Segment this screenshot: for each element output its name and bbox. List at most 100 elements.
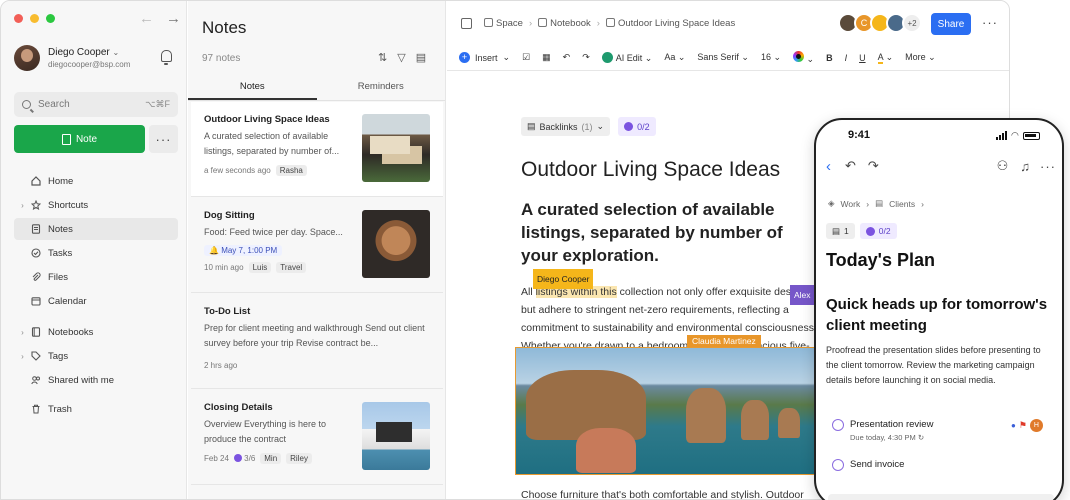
note-heading[interactable]: Quick heads up for tomorrow's client mee…	[826, 294, 1061, 336]
cliff-shape	[526, 370, 646, 440]
text-color-button[interactable]: ⌄	[793, 50, 814, 65]
sidebar-item-home[interactable]: Home	[14, 170, 178, 192]
search-shortcut: ⌥⌘F	[145, 99, 170, 109]
redo-icon[interactable]: ↷	[868, 158, 879, 174]
new-note-button[interactable]: Note	[14, 125, 145, 153]
tasks-progress-badge[interactable]: 0/2	[618, 117, 656, 136]
sidebar-item-calendar[interactable]: Calendar	[14, 290, 178, 312]
account-switcher[interactable]: Diego Cooper ⌄ diegocooper@bsp.com	[14, 45, 130, 71]
tag-chip[interactable]: Luis	[248, 262, 272, 273]
underline-button[interactable]: U	[859, 53, 866, 63]
tag-chip[interactable]: Riley	[286, 453, 312, 464]
paperclip-icon	[31, 272, 41, 282]
breadcrumb-item[interactable]: Work	[841, 199, 861, 209]
checkbox-icon[interactable]: ☑	[522, 52, 530, 63]
sort-icon[interactable]: ⇅	[378, 51, 387, 64]
note-card[interactable]: Closing Details Overview Everything is h…	[191, 390, 443, 485]
notification-bell-icon[interactable]	[161, 50, 172, 65]
bell-plus-icon[interactable]: ♫	[1020, 159, 1030, 174]
task-item[interactable]: Presentation review Due today, 4:30 PM ↻	[832, 419, 933, 442]
chevron-right-icon[interactable]: ›	[14, 201, 31, 210]
tab-notes[interactable]: Notes	[188, 75, 317, 100]
landscape-image[interactable]	[515, 347, 815, 475]
font-size-dropdown[interactable]: 16 ⌄	[761, 52, 781, 63]
sidebar-item-notes[interactable]: Notes	[14, 218, 178, 240]
tag-chip[interactable]: Travel	[276, 262, 307, 273]
note-thumbnail	[362, 210, 430, 278]
close-window-button[interactable]	[14, 14, 23, 23]
trash-icon	[31, 404, 41, 414]
task-checkbox[interactable]	[832, 459, 844, 471]
note-paragraph[interactable]: Proofread the presentation slides before…	[826, 343, 1051, 388]
backlinks-count: (1)	[581, 121, 593, 132]
redo-icon[interactable]: ↷	[582, 52, 590, 63]
text-style-dropdown[interactable]: Aa ⌄	[664, 52, 685, 63]
calendar-icon[interactable]: ▦	[542, 52, 551, 63]
backlinks-button[interactable]: ▤ 1	[826, 223, 855, 239]
breadcrumb-notebook[interactable]: Notebook	[538, 17, 591, 29]
breadcrumb-note[interactable]: Outdoor Living Space Ideas	[605, 17, 735, 29]
font-size-label: 16	[760, 52, 771, 62]
calendar-icon	[31, 296, 41, 306]
check-circle-icon	[865, 226, 875, 236]
paragraph-text[interactable]: Choose furniture that's both comfortable…	[521, 489, 821, 499]
note-heading[interactable]: A curated selection of available listing…	[521, 198, 821, 267]
insert-button[interactable]: + Insert ⌄	[459, 52, 510, 63]
sidebar-item-notebooks[interactable]: › Notebooks	[14, 321, 178, 343]
undo-icon[interactable]: ↶	[845, 158, 856, 174]
expand-icon[interactable]	[461, 17, 472, 29]
tag-chip[interactable]: Rasha	[275, 165, 307, 176]
more-options-icon[interactable]: ···	[1040, 159, 1056, 174]
breadcrumb-item[interactable]: Clients	[889, 199, 915, 209]
more-options-button[interactable]: ···	[149, 125, 178, 153]
view-options-icon[interactable]: ▤	[416, 51, 426, 64]
sea-stack-shape	[741, 400, 769, 440]
zoom-window-button[interactable]	[46, 14, 55, 23]
chevron-right-icon[interactable]: ›	[14, 352, 31, 361]
sidebar-item-shortcuts[interactable]: › Shortcuts	[14, 194, 178, 216]
share-button[interactable]: Share	[931, 13, 971, 35]
italic-button[interactable]: I	[845, 53, 848, 63]
collaborator-avatars[interactable]: C +2	[838, 13, 922, 33]
note-card-snippet: Overview Everything is here to produce t…	[204, 419, 327, 444]
tab-reminders[interactable]: Reminders	[317, 75, 446, 100]
font-dropdown[interactable]: Sans Serif ⌄	[697, 52, 749, 63]
undo-icon[interactable]: ↶	[563, 52, 571, 63]
task-checkbox[interactable]	[832, 419, 844, 431]
add-person-icon[interactable]: ⚇	[997, 158, 1009, 174]
forward-arrow-icon[interactable]: →	[166, 10, 181, 27]
sidebar-item-trash[interactable]: Trash	[14, 398, 178, 420]
search-input[interactable]: Search ⌥⌘F	[14, 92, 178, 117]
editor-topbar: Space › Notebook › Outdoor Living Space …	[447, 1, 1009, 45]
tasks-progress-badge[interactable]: 0/2	[859, 223, 897, 239]
sea-stack-shape	[778, 408, 800, 438]
bottom-bar	[828, 494, 1054, 500]
sidebar-item-label: Notebooks	[48, 326, 94, 338]
sidebar-item-tags[interactable]: › Tags	[14, 345, 178, 367]
sidebar-item-files[interactable]: Files	[14, 266, 178, 288]
bold-button[interactable]: B	[826, 53, 833, 63]
sidebar-item-tasks[interactable]: Tasks	[14, 242, 178, 264]
ai-edit-button[interactable]: AI Edit ⌄	[601, 51, 652, 64]
reminder-badge[interactable]: 🔔 May 7, 1:00 PM	[204, 245, 283, 256]
task-item[interactable]: Send invoice	[832, 459, 904, 471]
back-arrow-icon[interactable]: ←	[139, 10, 154, 27]
backlinks-button[interactable]: ▤ Backlinks (1) ⌄	[521, 117, 611, 136]
tag-chip[interactable]: Min	[260, 453, 282, 464]
note-card[interactable]: Outdoor Living Space Ideas A curated sel…	[191, 102, 443, 197]
minimize-window-button[interactable]	[30, 14, 39, 23]
assignee-avatar[interactable]: H	[1029, 419, 1043, 432]
highlight-button[interactable]: A ⌄	[877, 52, 893, 64]
text-style-label: Aa	[664, 52, 676, 62]
chevron-right-icon[interactable]: ›	[14, 328, 31, 337]
more-tools-button[interactable]: More ⌄	[905, 52, 936, 63]
sidebar-item-shared-with-me[interactable]: Shared with me	[14, 369, 178, 391]
more-options-icon[interactable]: ···	[982, 15, 998, 30]
note-icon: ▤	[832, 225, 841, 236]
back-chevron-icon[interactable]: ‹	[826, 158, 831, 175]
note-card[interactable]: Dog Sitting Food: Feed twice per day. Sp…	[191, 198, 443, 293]
breadcrumb-space[interactable]: Space	[484, 17, 523, 29]
filter-icon[interactable]: ▽	[397, 51, 405, 64]
note-card[interactable]: To-Do List Prep for client meeting and w…	[191, 294, 443, 389]
note-title[interactable]: Today's Plan	[826, 250, 935, 271]
